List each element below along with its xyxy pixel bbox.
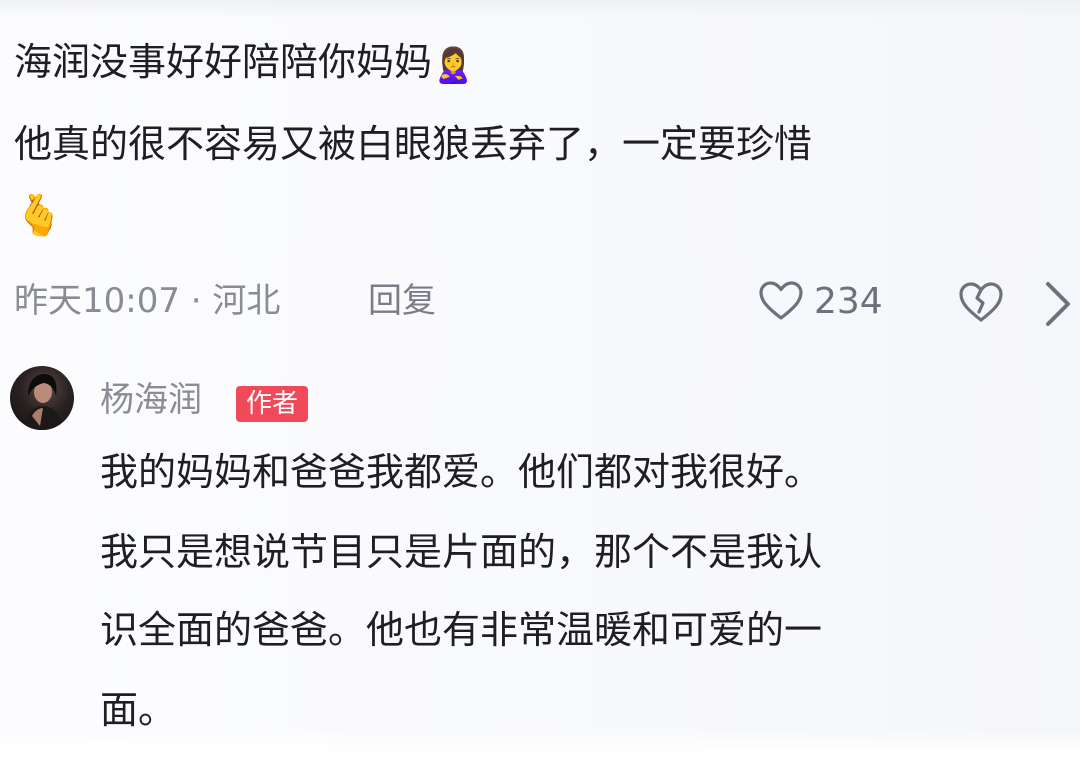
like-button[interactable]: 234 bbox=[758, 276, 883, 326]
comment-text-line-1: 海润没事好好陪陪你妈妈🙎‍♀️ bbox=[14, 38, 474, 90]
comment-meta: 昨天10:07 · 河北 bbox=[14, 281, 281, 321]
reply-text-line-2: 我只是想说节目只是片面的，那个不是我认 bbox=[100, 530, 823, 574]
finger-heart-emoji-icon: 🫰 bbox=[14, 193, 64, 239]
comment-text: 海润没事好好陪陪你妈妈 bbox=[14, 40, 433, 84]
comment-thread: 海润没事好好陪陪你妈妈🙎‍♀️ 他真的很不容易又被白眼狼丢弃了，一定要珍惜 🫰 … bbox=[0, 0, 1080, 763]
comment-text-line-3: 🫰 bbox=[14, 190, 64, 240]
comment-text-line-2: 他真的很不容易又被白眼狼丢弃了，一定要珍惜 bbox=[14, 122, 813, 166]
avatar-portrait bbox=[24, 374, 62, 430]
avatar[interactable] bbox=[10, 366, 74, 430]
bottom-edge-fade bbox=[0, 730, 1080, 763]
author-name[interactable]: 杨海润 bbox=[100, 376, 202, 424]
author-badge: 作者 bbox=[236, 386, 309, 422]
reply-button[interactable]: 回复 bbox=[368, 276, 436, 326]
reply-text-line-1: 我的妈妈和爸爸我都爱。他们都对我很好。 bbox=[100, 450, 823, 494]
like-count: 234 bbox=[814, 280, 883, 322]
top-edge-shadow bbox=[0, 0, 1080, 18]
reply-text-line-4: 面。 bbox=[100, 688, 177, 732]
woman-emoji-icon: 🙎‍♀️ bbox=[432, 46, 475, 86]
reply-text-line-3: 识全面的爸爸。他也有非常温暖和可爱的一 bbox=[100, 608, 823, 652]
chevron-right-icon[interactable] bbox=[1040, 278, 1076, 330]
broken-heart-icon[interactable] bbox=[958, 280, 1004, 324]
heart-icon bbox=[759, 281, 803, 320]
